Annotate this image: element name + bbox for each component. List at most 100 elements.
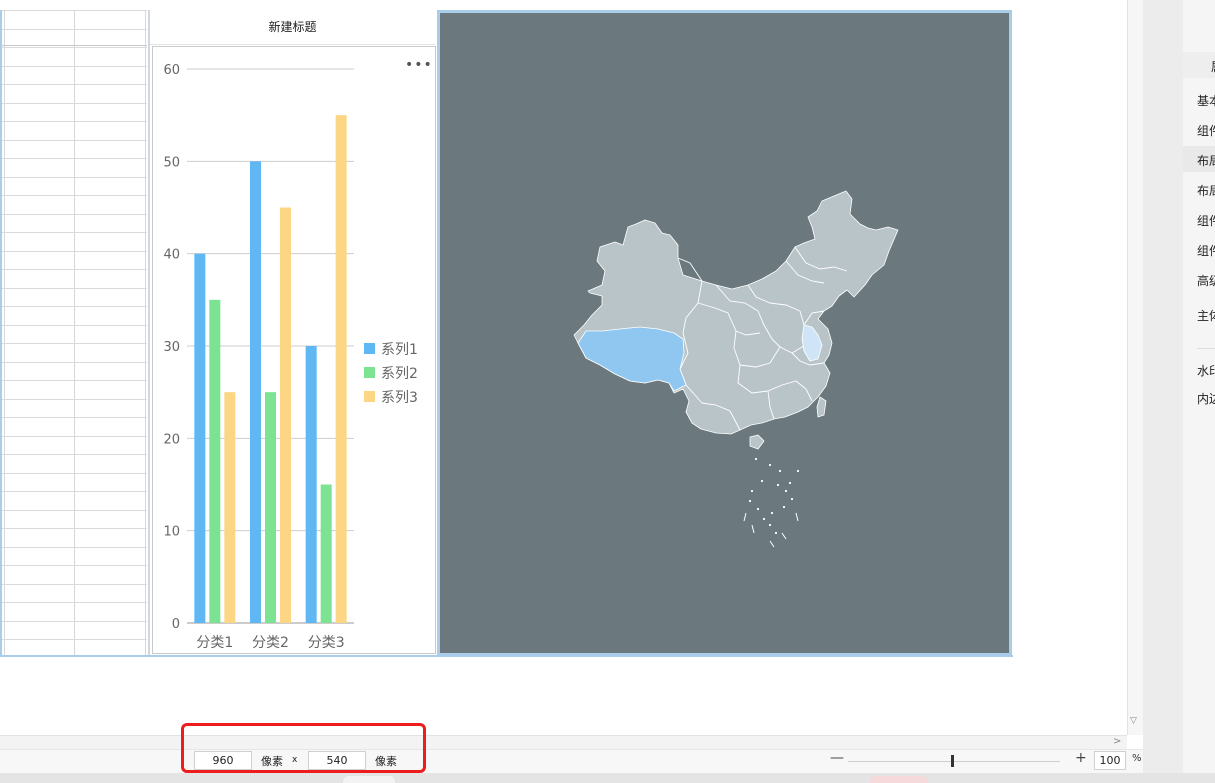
island-dot	[790, 497, 794, 501]
island-dot	[788, 481, 792, 485]
y-tick-label: 20	[163, 432, 180, 447]
island-dot	[782, 505, 786, 509]
table-row-divider	[0, 436, 147, 437]
table-row-divider	[0, 399, 147, 400]
table-row-divider	[0, 121, 147, 122]
table-row-divider	[0, 214, 147, 215]
table-row-divider	[0, 195, 147, 196]
frame-bottom-border	[0, 655, 1013, 657]
table-row-divider	[0, 417, 147, 418]
table-row-divider	[0, 510, 147, 511]
table-row-divider	[0, 584, 147, 585]
table-row-divider	[0, 288, 147, 289]
bar[interactable]	[280, 207, 291, 624]
table-row-divider	[0, 621, 147, 622]
island-dot	[776, 483, 780, 487]
bar[interactable]	[305, 346, 317, 623]
horizontal-scrollbar[interactable]: >	[0, 735, 1127, 750]
table-row-divider	[0, 177, 147, 178]
island-dot	[750, 489, 754, 493]
island-dot	[754, 457, 758, 461]
island-dot	[760, 479, 764, 483]
y-tick-label: 40	[163, 248, 180, 263]
legend-swatch[interactable]	[364, 343, 375, 354]
table-row-divider	[0, 232, 147, 233]
table-row-divider	[0, 269, 147, 270]
table-row-divider	[0, 602, 147, 603]
property-panel[interactable]: 属基本组件布局布局组件组件高级主体水印内边	[1183, 0, 1215, 783]
island-dot	[796, 469, 800, 473]
data-table-panel[interactable]	[0, 10, 147, 655]
bottom-tab-strip	[0, 773, 1215, 783]
frame-left-border	[0, 10, 2, 657]
property-divider	[1197, 348, 1215, 349]
property-item-watermark[interactable]: 水印	[1197, 362, 1215, 379]
island-dot	[768, 463, 772, 467]
property-item-component-1[interactable]: 组件	[1197, 122, 1215, 139]
island-dot	[762, 517, 766, 521]
property-item-layout-2[interactable]: 布局	[1197, 182, 1215, 199]
status-bar: 960 像素 x 540 像素 — + 100 %	[0, 749, 1143, 774]
table-row-divider	[0, 547, 147, 548]
scroll-down-icon[interactable]: ▽	[1130, 716, 1137, 726]
island-dot	[784, 489, 788, 493]
table-row-divider	[0, 565, 147, 566]
china-map-widget[interactable]	[437, 10, 1012, 656]
bar[interactable]	[265, 392, 276, 623]
x-tick-label: 分类3	[308, 635, 345, 651]
property-item-advanced[interactable]: 高级	[1197, 272, 1215, 289]
property-item-layout-1[interactable]: 布局	[1197, 152, 1215, 169]
island-taiwan[interactable]	[816, 396, 827, 418]
zoom-in-button[interactable]: +	[1075, 750, 1087, 766]
island-dot	[778, 469, 782, 473]
zoom-percent-label: %	[1132, 753, 1142, 764]
bar[interactable]	[194, 253, 206, 623]
island-dot	[756, 507, 760, 511]
bar[interactable]	[250, 161, 261, 623]
property-item-basic[interactable]: 基本	[1197, 92, 1215, 109]
property-item-theme[interactable]: 主体	[1197, 307, 1215, 324]
table-row-divider	[0, 362, 147, 363]
bar[interactable]	[320, 484, 332, 624]
legend-label[interactable]: 系列3	[381, 390, 418, 406]
scroll-right-icon[interactable]: >	[1113, 736, 1121, 747]
bar-chart-svg: 0 10 20 30 40 50 60 分类1 分类2 分类3 系列1 系列2 系列3	[163, 63, 418, 651]
table-row-divider	[0, 84, 147, 85]
property-item-component-2[interactable]: 组件	[1197, 212, 1215, 229]
chart-canvas: 0 10 20 30 40 50 60 分类1 分类2 分类3 系列1 系列2 系列3 •••	[152, 46, 436, 654]
table-row-divider	[0, 66, 147, 67]
x-tick-label: 分类1	[196, 635, 233, 651]
bar[interactable]	[209, 299, 221, 623]
nine-dash-line	[743, 512, 799, 548]
bottom-tab-active[interactable]	[870, 776, 928, 783]
table-column-divider	[74, 10, 75, 655]
country-outline[interactable]	[573, 190, 899, 435]
legend-label[interactable]: 系列2	[381, 366, 418, 382]
bar[interactable]	[335, 115, 347, 624]
table-row-divider	[0, 103, 147, 104]
chart-title[interactable]: 新建标题	[150, 10, 435, 45]
island-hainan[interactable]	[749, 434, 765, 450]
property-item-component-3[interactable]: 组件	[1197, 242, 1215, 259]
more-icon[interactable]: •••	[405, 58, 433, 72]
legend-swatch[interactable]	[364, 367, 375, 378]
bar[interactable]	[224, 392, 236, 623]
bottom-tab[interactable]	[343, 776, 395, 783]
table-column-divider	[4, 10, 5, 655]
table-row-divider	[0, 325, 147, 326]
legend-label[interactable]: 系列1	[381, 342, 418, 358]
legend-swatch[interactable]	[364, 391, 375, 402]
table-row-divider	[0, 473, 147, 474]
zoom-slider-track[interactable]	[848, 761, 1060, 762]
vertical-scrollbar[interactable]: ▽	[1127, 0, 1144, 735]
zoom-slider-thumb[interactable]	[951, 755, 954, 767]
property-item-padding[interactable]: 内边	[1197, 390, 1215, 407]
y-tick-label: 50	[163, 155, 180, 170]
table-row-divider	[0, 10, 147, 11]
highlighted-province[interactable]	[577, 326, 687, 392]
bar-chart-widget[interactable]: 新建标题 0 10 20 30 40 50 60 分类1 分类2 分类3 系列1 系列2 系列3 •••	[148, 10, 436, 655]
y-tick-label: 60	[163, 63, 180, 78]
zoom-out-button[interactable]: —	[830, 750, 844, 766]
property-item-tab[interactable]: 属	[1211, 58, 1215, 75]
zoom-input[interactable]: 100	[1094, 751, 1126, 770]
